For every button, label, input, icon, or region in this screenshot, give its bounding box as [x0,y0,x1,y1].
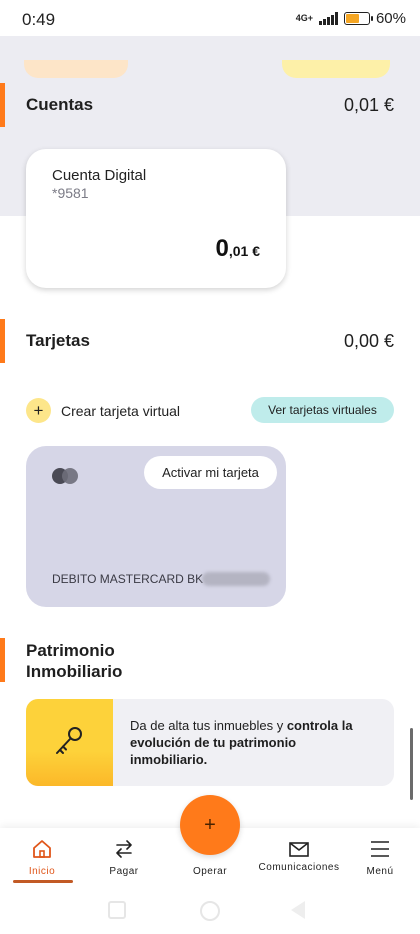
view-virtual-cards-button[interactable]: Ver tarjetas virtuales [251,397,394,423]
status-time: 0:49 [22,10,56,29]
cuentas-total: 0,01 € [343,95,394,115]
peek-card-right[interactable] [282,60,390,78]
create-virtual-card-link[interactable]: Crear tarjeta virtual [61,403,180,419]
section-title-patrimonio: Patrimonio Inmobiliario [26,641,123,681]
battery-percent: 60% [375,10,406,27]
real-estate-promo-banner[interactable]: Da de alta tus inmuebles y controla la e… [26,699,394,786]
nav-active-indicator [13,880,73,883]
nav-label-inicio: Inicio [28,866,56,877]
hamburger-icon [371,841,389,857]
battery-icon [343,12,373,25]
envelope-icon [289,842,309,857]
nav-label-comunicaciones: Comunicaciones [258,862,340,873]
tarjetas-total: 0,00 € [343,331,394,351]
peek-card-left[interactable] [24,60,128,78]
home-icon [33,840,51,858]
promo-text-regular: Da de alta tus inmuebles y [130,718,287,733]
key-icon [56,727,82,754]
section-accent [0,83,5,127]
card-type-label: DEBITO MASTERCARD BK [52,572,204,586]
promo-text: Da de alta tus inmuebles y controla la e… [130,717,360,768]
nav-item-pagar[interactable]: Pagar [82,828,166,890]
section-tarjetas: Tarjetas 0,00 € [0,319,420,363]
debit-card[interactable]: Activar mi tarjeta DEBITO MASTERCARD BK [26,446,286,607]
signal-icon [318,12,338,25]
recent-apps-icon[interactable] [108,901,126,919]
home-button-icon[interactable] [200,901,220,921]
masked-card-number [202,572,270,586]
operar-fab-button[interactable]: + [180,795,240,855]
system-navigation-bar [0,890,420,934]
network-type: 4G+ [295,13,313,23]
nav-label-operar: Operar [192,866,228,877]
nav-label-menu: Menú [366,866,394,877]
section-accent [0,319,5,363]
mastercard-icon [52,468,80,484]
create-virtual-card-row: + Crear tarjeta virtual Ver tarjetas vir… [26,397,394,425]
status-bar: 0:49 4G+ 60% [0,0,420,36]
status-indicators: 4G+ 60% [296,10,406,27]
section-title-tarjetas: Tarjetas [26,331,90,350]
account-number: *9581 [52,185,89,201]
account-balance: 0,01 € [216,235,261,263]
account-balance-integer: 0 [215,235,229,262]
account-balance-decimal: ,01 € [228,243,260,259]
section-accent [0,638,5,682]
transfer-arrows-icon [116,840,132,858]
scrollbar-thumb[interactable] [410,728,413,800]
promo-icon-panel [26,699,113,786]
nav-label-pagar: Pagar [109,866,139,877]
activate-card-button[interactable]: Activar mi tarjeta [144,456,277,489]
section-title-cuentas: Cuentas [26,95,94,114]
back-icon[interactable] [291,901,305,919]
nav-item-inicio[interactable]: Inicio [0,828,84,890]
account-name: Cuenta Digital [52,167,147,184]
nav-item-comunicaciones[interactable]: Comunicaciones [257,828,341,890]
account-card[interactable]: Cuenta Digital *9581 0,01 € [26,149,286,288]
nav-item-menu[interactable]: Menú [338,828,420,890]
section-cuentas: Cuentas 0,01 € [0,83,420,127]
plus-icon[interactable]: + [26,398,51,423]
